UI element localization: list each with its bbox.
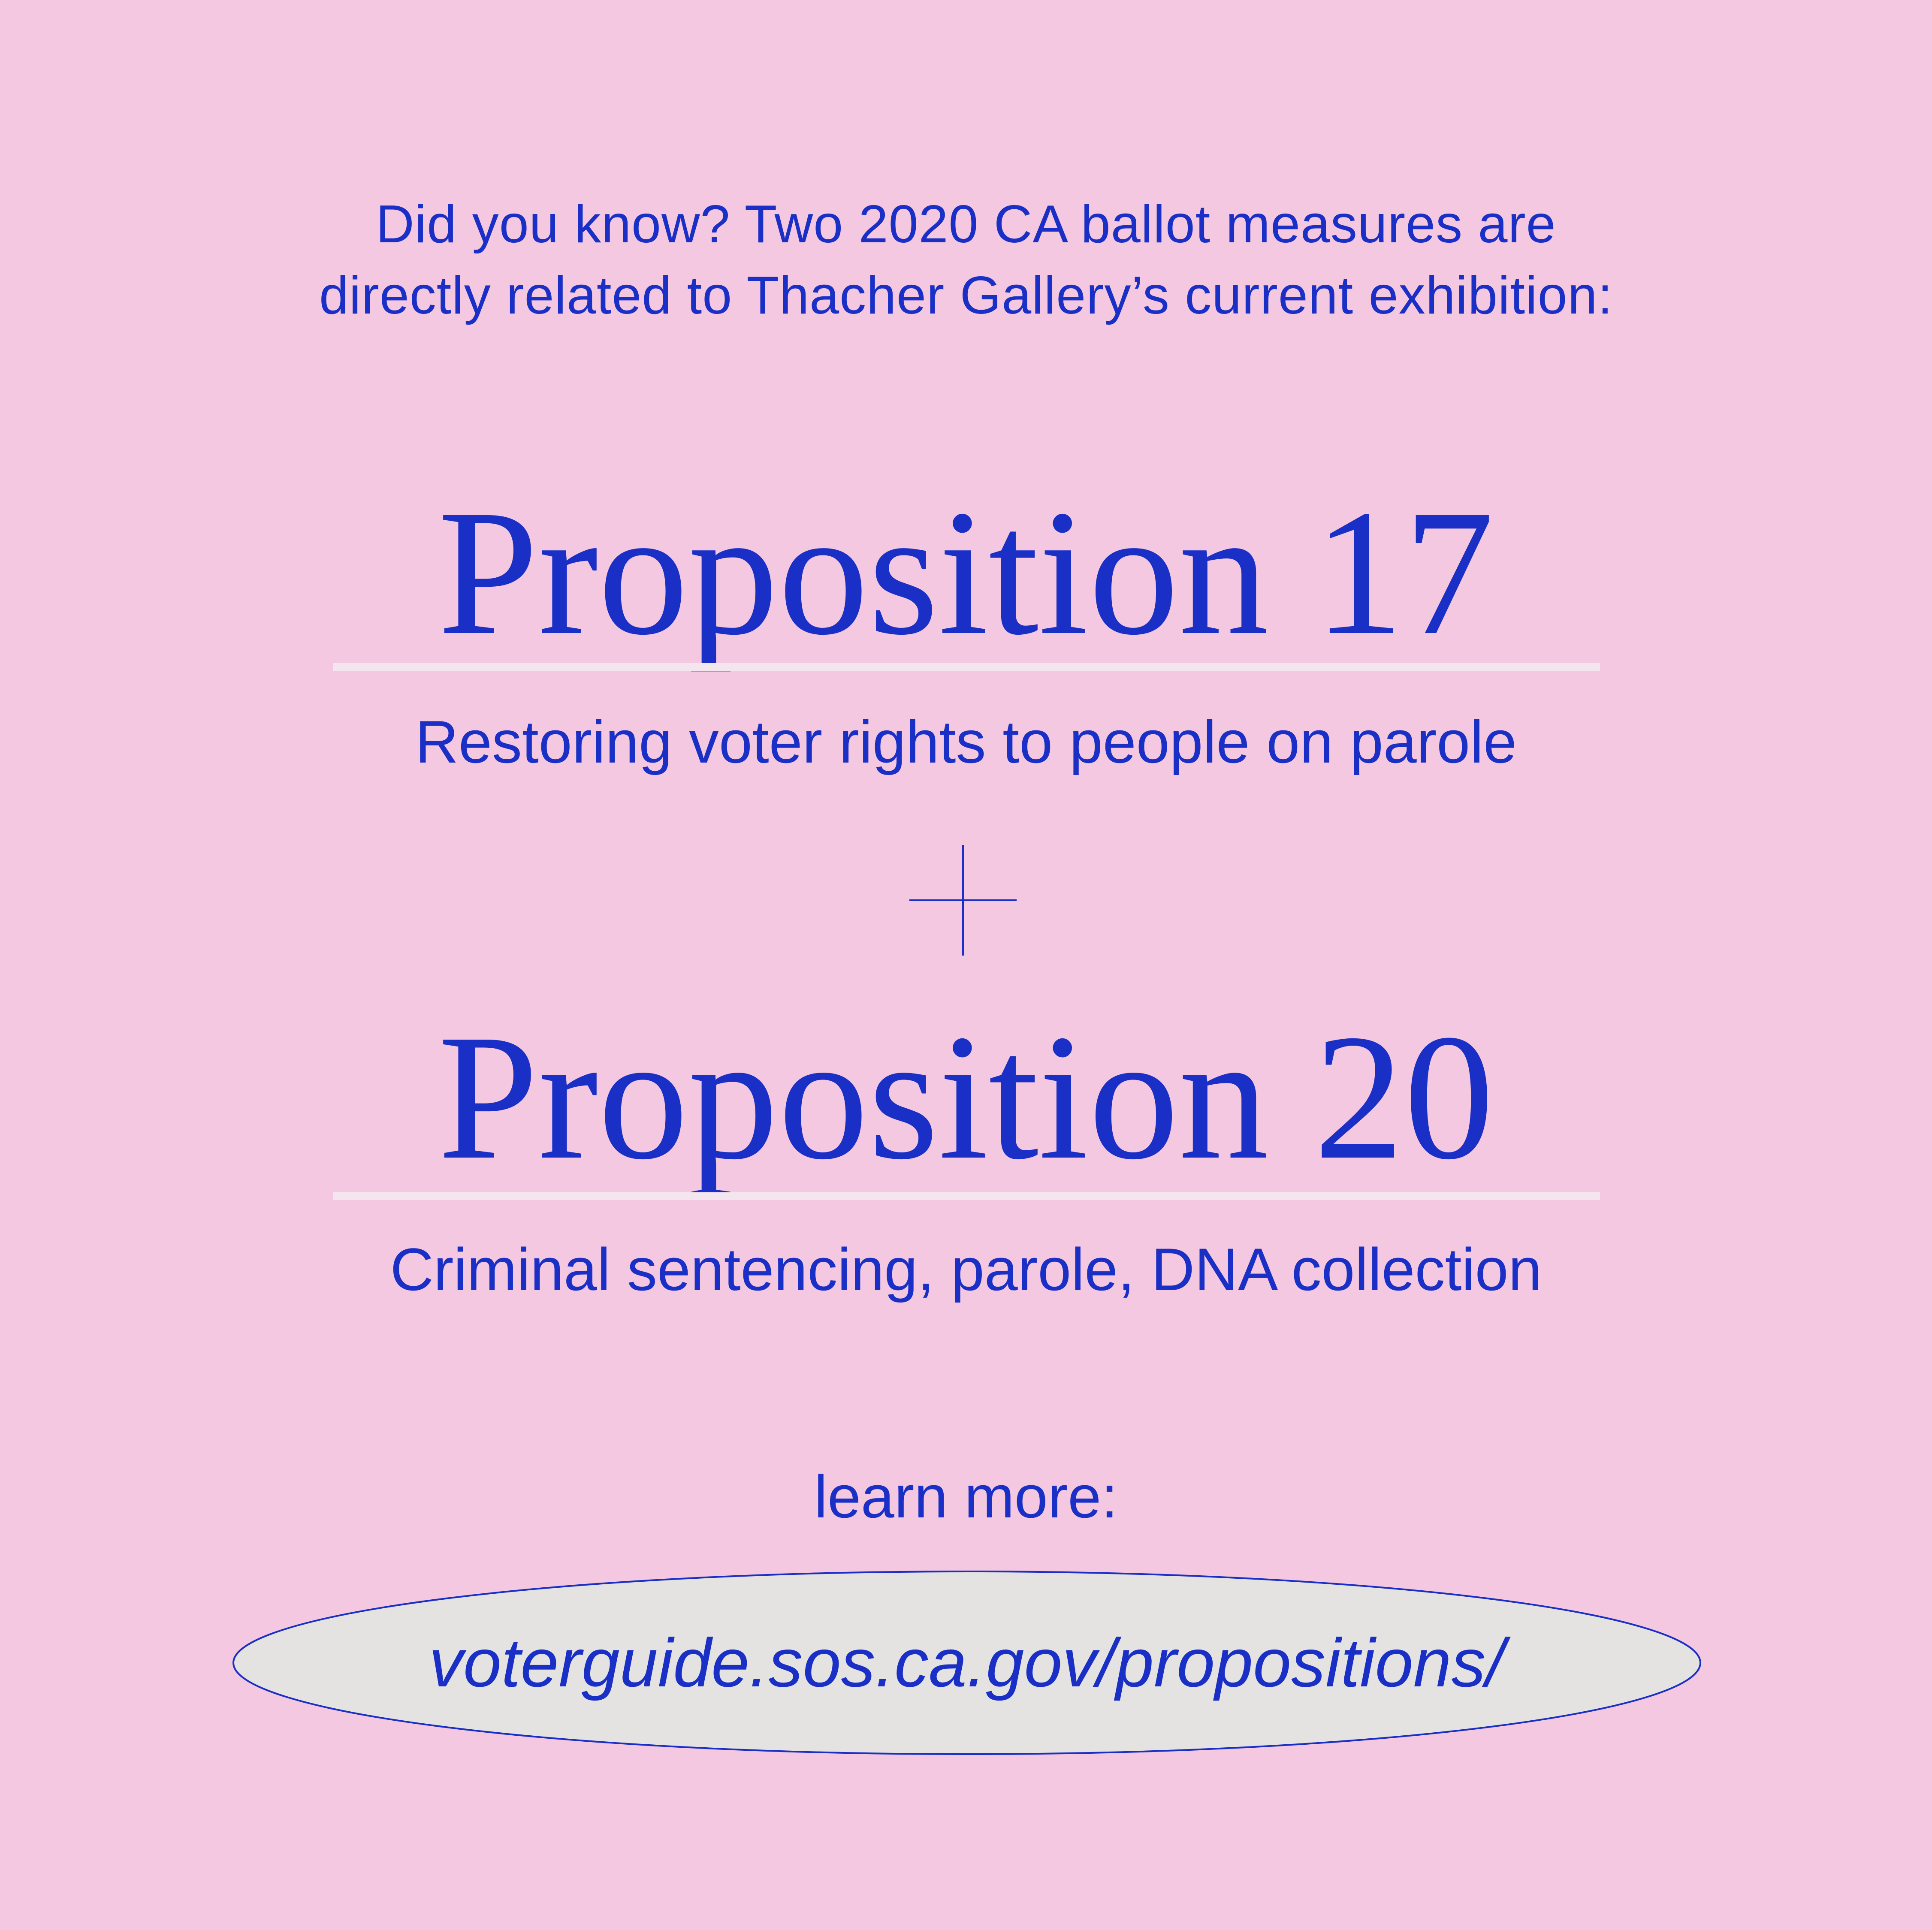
proposition-20-subtitle: Criminal sentencing, parole, DNA collect… [390, 1236, 1542, 1303]
plus-icon [909, 845, 1017, 956]
voterguide-link[interactable]: voterguide.sos.ca.gov/propositions/ [232, 1570, 1702, 1756]
proposition-20-underline [333, 1192, 1600, 1200]
proposition-20-title: Proposition 20 [438, 997, 1494, 1197]
intro-text: Did you know? Two 2020 CA ballot measure… [0, 189, 1932, 331]
proposition-17-underline [333, 663, 1600, 671]
proposition-17-subtitle: Restoring voter rights to people on paro… [415, 708, 1517, 775]
link-oval[interactable]: voterguide.sos.ca.gov/propositions/ [232, 1570, 1702, 1756]
intro-line-2: directly related to Thacher Gallery’s cu… [319, 266, 1613, 325]
proposition-17-title: Proposition 17 [438, 473, 1494, 672]
learn-more-label: learn more: [814, 1463, 1118, 1530]
intro-line-1: Did you know? Two 2020 CA ballot measure… [376, 195, 1556, 254]
